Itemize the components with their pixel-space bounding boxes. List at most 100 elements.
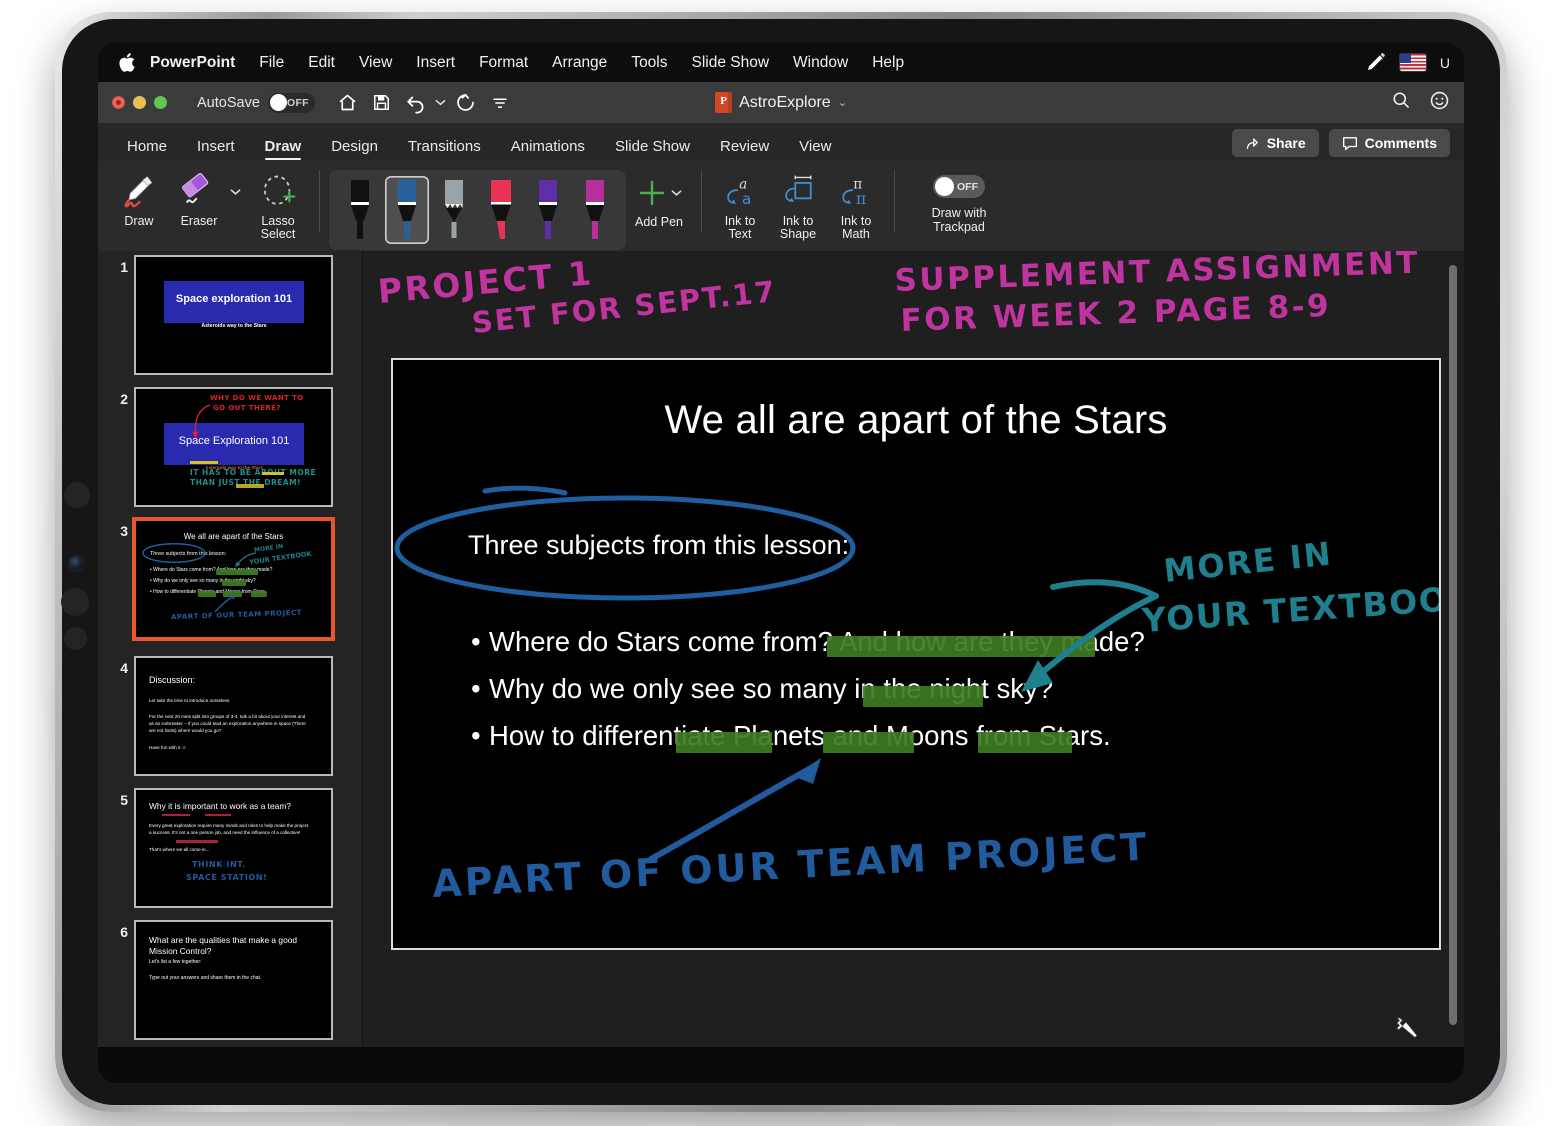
ink-to-math-button[interactable]: π π Ink to Math	[827, 165, 885, 241]
menu-item-format[interactable]: Format	[467, 54, 540, 72]
eraser-chevron-down-icon[interactable]	[230, 165, 246, 213]
trackpad-toggle-state: OFF	[957, 180, 978, 193]
tab-animations[interactable]: Animations	[496, 138, 600, 161]
thumbnail-slide-4[interactable]: Discussion: Let take the time to introdu…	[136, 658, 331, 774]
lasso-select-button[interactable]: Lasso Select	[246, 165, 310, 241]
thumb2-title: Space Exploration 101	[178, 435, 290, 447]
ribbon-divider-1	[319, 170, 320, 232]
tab-transitions[interactable]: Transitions	[393, 138, 496, 161]
comments-button[interactable]: Comments	[1328, 129, 1450, 157]
close-button[interactable]	[112, 96, 125, 109]
ink-highlight-1	[827, 636, 1095, 657]
minimize-button[interactable]	[133, 96, 146, 109]
slide-canvas[interactable]: We all are apart of the Stars Three subj…	[393, 360, 1439, 1039]
editor-vertical-scrollbar[interactable]	[1449, 265, 1457, 1025]
lasso-select-label: Lasso Select	[260, 214, 296, 241]
tab-home[interactable]: Home	[112, 138, 182, 161]
eraser-tool-label: Eraser	[180, 214, 218, 228]
autosave-label: AutoSave	[197, 94, 260, 111]
draw-with-trackpad-label: Draw with Trackpad	[931, 206, 987, 234]
list-item[interactable]: 1 Space exploration 101 Asteroids way to…	[98, 251, 362, 373]
comments-label: Comments	[1364, 135, 1437, 151]
apple-logo-icon[interactable]	[118, 52, 136, 73]
menu-item-tools[interactable]: Tools	[619, 54, 679, 72]
ink-to-shape-label: Ink to Shape	[779, 214, 817, 241]
add-pen-button[interactable]: Add Pen	[626, 165, 692, 229]
trackpad-toggle-knob	[935, 177, 954, 196]
ink-to-shape-button[interactable]: Ink to Shape	[769, 165, 827, 241]
list-item[interactable]: 4 Discussion: Let take the time to intro…	[98, 637, 362, 774]
home-icon[interactable]	[331, 88, 365, 118]
menu-item-powerpoint[interactable]: PowerPoint	[144, 54, 247, 72]
document-title[interactable]: AstroExplore	[739, 94, 831, 112]
redo-icon[interactable]	[449, 88, 483, 118]
tab-draw[interactable]: Draw	[250, 138, 317, 161]
draw-tool-button[interactable]: Draw	[110, 165, 168, 228]
maximize-button[interactable]	[154, 96, 167, 109]
slide-bullet-2[interactable]: • Why do we only see so many in the night…	[471, 665, 1231, 712]
add-pen-chevron-down-icon[interactable]	[671, 189, 682, 197]
menu-item-slide-show[interactable]: Slide Show	[680, 54, 782, 72]
tab-slide-show[interactable]: Slide Show	[600, 138, 705, 161]
eraser-tool-button[interactable]: Eraser	[168, 165, 230, 228]
thumbnail-slide-1[interactable]: Space exploration 101 Asteroids way to t…	[136, 257, 331, 373]
save-icon[interactable]	[365, 88, 399, 118]
thumb5-line-1: Every great exploration require many min…	[149, 823, 309, 835]
highlighter-red[interactable]	[479, 176, 523, 244]
pencil-icon[interactable]	[1365, 52, 1386, 73]
thumbnail-slide-3[interactable]: We all are apart of the Stars Three subj…	[136, 521, 331, 637]
menu-item-edit[interactable]: Edit	[296, 54, 347, 72]
draw-with-trackpad-toggle[interactable]: OFF	[933, 175, 985, 198]
slide-title[interactable]: We all are apart of the Stars	[393, 398, 1439, 443]
menu-item-insert[interactable]: Insert	[404, 54, 467, 72]
ink-blue-arrow-shaft	[648, 765, 814, 862]
us-flag-icon[interactable]	[1399, 54, 1426, 71]
pen-black[interactable]	[338, 176, 382, 244]
tab-view[interactable]: View	[784, 138, 846, 161]
title-bar-actions	[1391, 90, 1450, 116]
undo-icon[interactable]	[399, 88, 433, 118]
list-item[interactable]: 2 Space Exploration 101 Asteroids way to…	[98, 373, 362, 505]
thumbnail-slide-6[interactable]: What are the qualities that make a good …	[136, 922, 331, 1038]
thumbnail-slide-2[interactable]: Space Exploration 101 Asteroids way to t…	[136, 389, 331, 505]
pencil-gray[interactable]	[432, 176, 476, 244]
pen-magenta[interactable]	[573, 176, 617, 244]
thumb5-ink-blue-1: THINK INT.	[192, 860, 246, 869]
menu-item-file[interactable]: File	[247, 54, 296, 72]
slide-subtitle[interactable]: Three subjects from this lesson:	[468, 530, 849, 561]
draw-tool-label: Draw	[124, 214, 154, 228]
undo-chevron-down-icon[interactable]	[433, 88, 449, 118]
menu-item-help[interactable]: Help	[860, 54, 916, 72]
list-item[interactable]: 5 Why it is important to work as a team?…	[98, 774, 362, 906]
thumb1-subtitle: Asteroids way to the Stars	[201, 323, 267, 329]
thumb4-line-3: Have fun with it ☺	[149, 745, 187, 750]
search-icon[interactable]	[1391, 90, 1411, 115]
menu-item-arrange[interactable]: Arrange	[540, 54, 619, 72]
slide-thumbnails-pane[interactable]: 1 Space exploration 101 Asteroids way to…	[98, 251, 363, 1047]
thumbnail-slide-5[interactable]: Why it is important to work as a team? E…	[136, 790, 331, 906]
account-icon[interactable]	[1429, 90, 1450, 116]
slide-editor-pane[interactable]: PROJECT 1 SET FOR SEPT.17 SUPPLEMENT ASS…	[363, 251, 1464, 1047]
ink-to-text-button[interactable]: a a Ink to Text	[711, 165, 769, 241]
pen-draw-icon	[119, 171, 159, 213]
window-title-bar: AutoSave OFF P AstroExplore ⌄	[98, 82, 1464, 123]
pen-purple[interactable]	[526, 176, 570, 244]
ink-blue-arrow-head	[793, 758, 821, 784]
autosave-toggle[interactable]: OFF	[267, 92, 315, 113]
list-item[interactable]: 6 What are the qualities that make a goo…	[98, 906, 362, 1038]
list-item[interactable]: 3 We all are apart of the Stars Three su…	[98, 505, 362, 637]
share-button[interactable]: Share	[1231, 129, 1319, 157]
pen-blue[interactable]	[385, 176, 429, 244]
menu-item-view[interactable]: View	[347, 54, 404, 72]
tab-insert[interactable]: Insert	[182, 138, 250, 161]
customize-toolbar-icon[interactable]	[483, 88, 517, 118]
thumb2-red-arrow-icon	[192, 404, 211, 439]
pen-cursor-icon	[1397, 1017, 1418, 1039]
menu-item-window[interactable]: Window	[781, 54, 860, 72]
tab-review[interactable]: Review	[705, 138, 784, 161]
lasso-select-icon	[258, 171, 298, 213]
tab-design[interactable]: Design	[316, 138, 393, 161]
document-chevron-down-icon[interactable]: ⌄	[838, 96, 847, 109]
ribbon-tab-bar: Home Insert Draw Design Transitions Anim…	[98, 123, 1464, 161]
autosave-state: OFF	[286, 96, 309, 109]
